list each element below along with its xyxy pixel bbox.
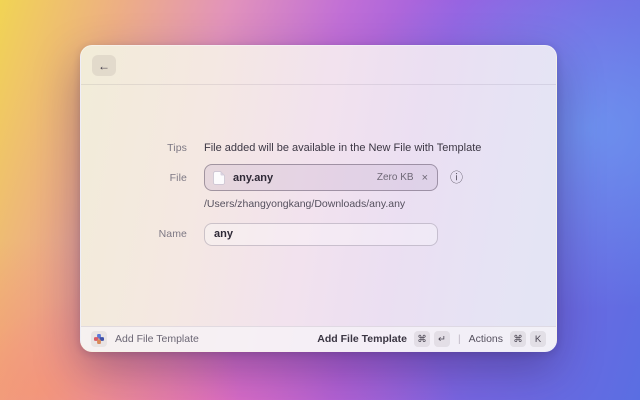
file-chip-name: any.any [233, 172, 377, 184]
file-chip[interactable]: any.any Zero KB × [204, 164, 438, 191]
info-icon[interactable]: ⓘ [450, 171, 463, 184]
file-templates-extension-icon [94, 334, 104, 344]
back-button[interactable]: ← [92, 55, 116, 76]
enter-key-icon: ↵ [434, 331, 450, 347]
file-label: File [81, 172, 187, 184]
footer-separator: | [458, 334, 461, 345]
file-path-row: /Users/zhangyongkang/Downloads/any.any [81, 197, 556, 211]
footer-command-title: Add File Template [115, 333, 199, 345]
extension-icon [91, 331, 107, 347]
cmd-key-icon: ⌘ [510, 331, 526, 347]
k-key-icon: K [530, 331, 546, 347]
actions-button[interactable]: Actions [469, 333, 503, 345]
file-row: File any.any Zero KB × ⓘ [81, 164, 556, 191]
file-path-text: /Users/zhangyongkang/Downloads/any.any [204, 198, 405, 210]
primary-action-button[interactable]: Add File Template [317, 333, 407, 345]
remove-file-icon[interactable]: × [422, 172, 428, 184]
tips-label: Tips [81, 142, 187, 154]
name-input[interactable] [204, 223, 438, 246]
window-header: ← [81, 46, 556, 84]
name-row: Name [81, 222, 556, 246]
name-label: Name [81, 228, 187, 240]
desktop-background: ← Tips File added will be available in t… [0, 0, 640, 400]
cmd-key-icon: ⌘ [414, 331, 430, 347]
tips-text: File added will be available in the New … [204, 142, 481, 154]
back-arrow-icon: ← [98, 59, 110, 73]
document-icon [213, 171, 225, 185]
tips-row: Tips File added will be available in the… [81, 140, 556, 156]
add-file-template-window: ← Tips File added will be available in t… [80, 45, 557, 352]
header-divider [81, 84, 556, 85]
file-chip-size: Zero KB [377, 172, 414, 183]
footer-action-bar: Add File Template Add File Template ⌘ ↵ … [81, 326, 556, 351]
